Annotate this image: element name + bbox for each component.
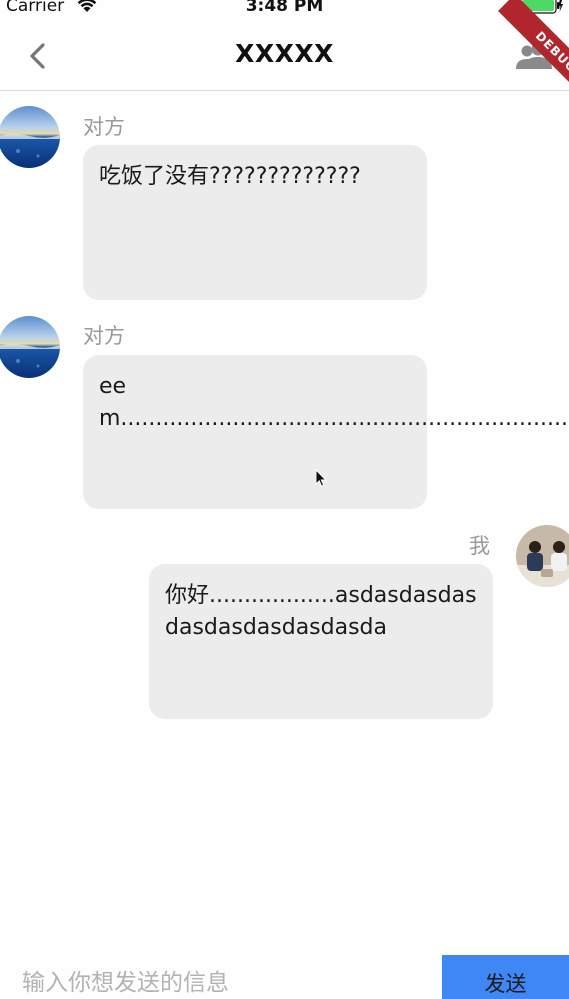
- clock: 3:48 PM: [245, 0, 324, 16]
- navigation-bar: XXXXX: [0, 18, 569, 91]
- ocean-avatar[interactable]: [0, 316, 60, 378]
- message-bubble[interactable]: 吃饭了没有?????????????: [83, 145, 427, 300]
- send-button[interactable]: 发送: [442, 955, 569, 999]
- composer-bar: 发送: [0, 955, 569, 999]
- sender-name: 对方: [83, 324, 125, 348]
- page-title: XXXXX: [235, 39, 334, 68]
- sender-name: 对方: [83, 115, 125, 139]
- mouse-pointer-icon: [315, 469, 327, 487]
- ocean-avatar[interactable]: [0, 106, 60, 168]
- chat-screen: Carrier 3:48 PM XXXXX DEBUG 对方 吃饭了没有????…: [0, 0, 569, 999]
- sender-name: 我: [469, 534, 490, 558]
- photo-avatar[interactable]: [516, 525, 569, 587]
- status-bar: Carrier 3:48 PM: [0, 0, 569, 18]
- message-bubble[interactable]: 你好..................asdasdasdasdasdasdas…: [149, 564, 493, 719]
- message-bubble[interactable]: eem.....................................…: [83, 355, 569, 509]
- message-input[interactable]: [0, 955, 442, 999]
